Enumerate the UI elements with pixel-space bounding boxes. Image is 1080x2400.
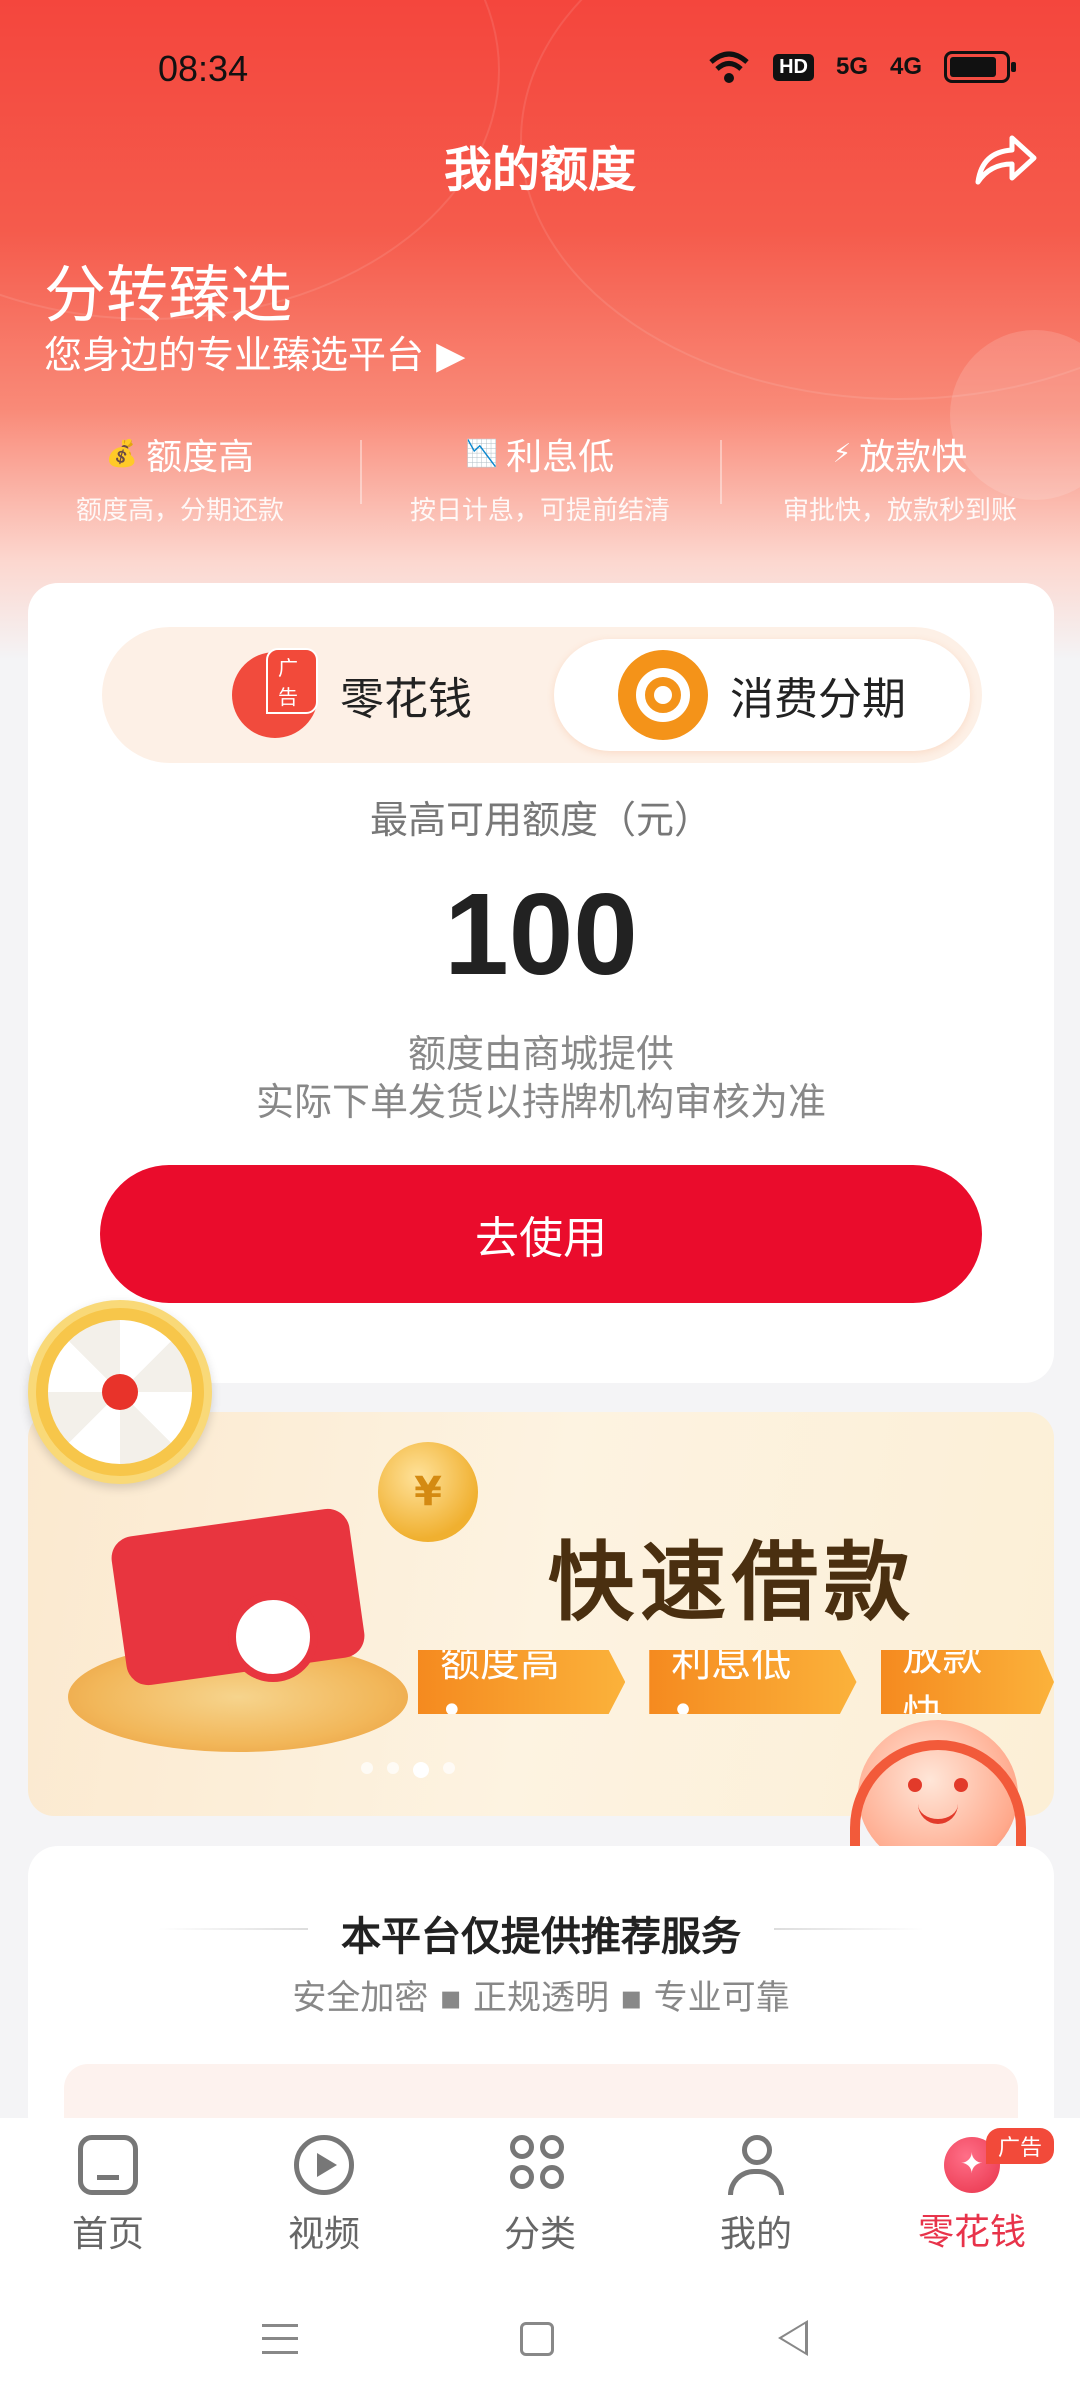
chart-down-icon: 📉: [465, 439, 499, 469]
feature-item: 📉 利息低 按日计息，可提前结清: [360, 428, 720, 528]
feature-item: ⚡ 放款快 审批快，放款秒到账: [720, 428, 1080, 528]
feature-title: 放款快: [859, 437, 968, 478]
limit-note: 实际下单发货以持牌机构审核为准: [255, 1080, 826, 1124]
nav-category[interactable]: 分类: [432, 2118, 648, 2274]
banner-title: 快速借款: [548, 1533, 916, 1633]
carousel-dot[interactable]: [443, 1762, 455, 1774]
signal-5g-icon: 5G: [835, 53, 868, 80]
recommend-title: 本平台仅提供推荐服务: [341, 1914, 741, 1960]
brand-name: 分转臻选: [44, 258, 293, 331]
feature-subtitle: 额度高，分期还款: [75, 496, 284, 526]
feature-title: 利息低: [506, 437, 615, 478]
menu-icon[interactable]: [262, 2324, 298, 2354]
page-title: 我的额度: [443, 142, 636, 198]
tab-label: 消费分期: [730, 674, 906, 725]
carousel-dots: [28, 1762, 788, 1778]
share-icon[interactable]: [970, 130, 1040, 190]
profile-icon: [726, 2135, 786, 2195]
banner-tag: 利息低 •: [649, 1650, 857, 1714]
status-bar: 08:34 HD 5G 4G: [0, 0, 1080, 140]
home-square-icon[interactable]: [520, 2322, 554, 2356]
tab-label: 零花钱: [340, 674, 472, 725]
nav-lhq[interactable]: 广告 零花钱: [864, 2118, 1080, 2274]
category-icon: [510, 2135, 570, 2195]
lightning-icon: ⚡: [832, 439, 852, 469]
feature-subtitle: 审批快，放款秒到账: [782, 496, 1017, 526]
wheel-hub: [102, 1374, 138, 1410]
gold-coin-icon: ¥: [378, 1442, 478, 1542]
carousel-dot[interactable]: [413, 1762, 429, 1778]
headset-icon: [850, 1740, 1026, 1860]
ad-badge: 广告: [986, 2128, 1055, 2164]
home-icon: [78, 2135, 138, 2195]
nav-label: 我的: [719, 2214, 792, 2255]
assistant-eye: [954, 1778, 968, 1792]
money-bag-icon: 💰: [105, 439, 139, 469]
carousel-dot[interactable]: [387, 1762, 399, 1774]
lhq-logo: ¥ 广告: [232, 648, 318, 738]
ad-badge: 广告: [266, 648, 318, 714]
nav-label: 分类: [503, 2214, 576, 2255]
signal-4g-icon: 4G: [889, 53, 922, 80]
status-time: 08:34: [158, 48, 249, 89]
wifi-icon: [709, 51, 749, 83]
carousel-dot[interactable]: [361, 1762, 373, 1774]
feature-list: 💰 额度高 额度高，分期还款 📉 利息低 按日计息，可提前结清 ⚡ 放款快 审批快，放…: [0, 428, 1080, 528]
feature-subtitle: 按日计息，可提前结清: [409, 496, 670, 526]
bottom-nav: 首页 视频 分类 我的 广告 零花钱: [0, 2118, 1080, 2274]
banner-tag: 额度高 •: [418, 1650, 626, 1714]
credit-card: ¥ 广告 零花钱 消费分期 最高可用额度（元） 100 额度由商城提供 实际下单…: [28, 583, 1054, 1383]
limit-note: 额度由商城提供: [407, 1032, 674, 1076]
hd-icon: HD: [773, 53, 814, 81]
recommend-subtitle: 安全加密 ▪ 正规透明 ▪ 专业可靠: [292, 1978, 790, 2018]
nav-home[interactable]: 首页: [0, 2118, 216, 2274]
banner-tag: 放款快: [880, 1650, 1054, 1714]
product-toggle: ¥ 广告 零花钱 消费分期: [102, 627, 982, 763]
video-play-icon: [294, 2135, 354, 2195]
limit-value: 100: [444, 869, 638, 999]
feature-item: 💰 额度高 额度高，分期还款: [0, 428, 360, 528]
system-nav-bar: [0, 2274, 1080, 2400]
installment-logo: [618, 650, 708, 740]
recommend-section: 本平台仅提供推荐服务 安全加密 ▪ 正规透明 ▪ 专业可靠: [28, 1846, 1054, 2184]
nav-mine[interactable]: 我的: [648, 2118, 864, 2274]
feature-title: 额度高: [146, 437, 255, 478]
status-icons: HD 5G 4G: [707, 50, 1016, 84]
tab-lhq[interactable]: ¥ 广告 零花钱: [162, 639, 542, 751]
use-button[interactable]: 去使用: [100, 1165, 982, 1303]
nav-label: 视频: [287, 2214, 360, 2255]
assistant-eye: [908, 1778, 922, 1792]
lucky-wheel-float[interactable]: [28, 1300, 212, 1484]
clock-coin-illustration: [228, 1592, 318, 1682]
banner-tags: 额度高 • 利息低 • 放款快: [418, 1650, 1054, 1714]
tab-installment[interactable]: 消费分期: [554, 639, 970, 751]
nav-label: 首页: [71, 2214, 144, 2255]
back-icon[interactable]: [778, 2320, 808, 2356]
nav-video[interactable]: 视频: [216, 2118, 432, 2274]
limit-label: 最高可用额度（元）: [369, 798, 712, 842]
brand-subtitle[interactable]: 您身边的专业臻选平台 ▶: [44, 324, 465, 379]
nav-label: 零花钱: [917, 2212, 1026, 2253]
battery-icon: [944, 51, 1016, 83]
divider: [774, 1928, 924, 1930]
